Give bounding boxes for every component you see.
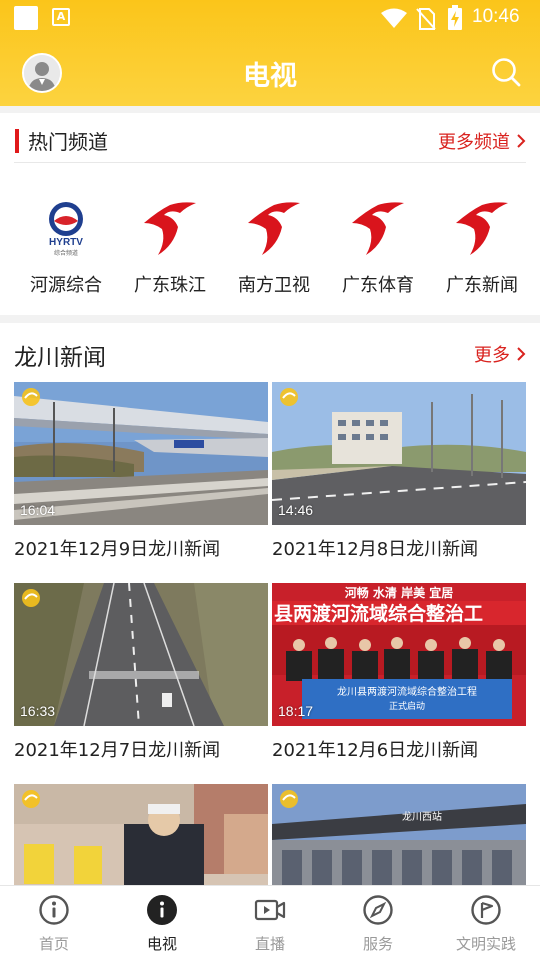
- station-watermark-icon: [22, 589, 40, 607]
- page-title: 电视: [243, 61, 297, 92]
- video-duration: 18:17: [278, 703, 314, 719]
- more-news-label: 更多: [474, 345, 510, 366]
- channel-item[interactable]: 南方卫视: [222, 199, 326, 297]
- nav-item-civilization[interactable]: 文明实践: [432, 894, 540, 954]
- news-card[interactable]: 14:46 2021年12月8日龙川新闻: [272, 382, 526, 561]
- channel-name: 南方卫视: [238, 275, 310, 296]
- video-thumbnail[interactable]: 16:33: [14, 583, 268, 726]
- news-card[interactable]: 16:04 2021年12月9日龙川新闻: [14, 382, 268, 561]
- channel-item[interactable]: 广东珠江: [118, 199, 222, 297]
- more-channels-link[interactable]: 更多频道: [438, 128, 526, 154]
- no-sim-icon: [416, 8, 436, 30]
- status-bar: A 10:46: [0, 0, 540, 36]
- wifi-icon: [381, 8, 407, 28]
- banner-top-text: 河畅 水清 岸美 宜居: [344, 585, 454, 600]
- battery-charging-icon: [448, 5, 462, 30]
- hyrtv-logo-subtext: 综合频道: [54, 249, 78, 257]
- news-card[interactable]: 16:33 2021年12月7日龙川新闻: [14, 583, 268, 762]
- channel-name: 河源综合: [30, 275, 102, 296]
- notification-icon: [14, 6, 38, 30]
- nav-item-service[interactable]: 服务: [324, 894, 432, 954]
- news-card[interactable]: [14, 784, 268, 885]
- more-channels-label: 更多频道: [438, 132, 510, 153]
- info-icon: [147, 895, 177, 925]
- news-title: 2021年12月6日龙川新闻: [272, 740, 479, 761]
- nav-label: 电视: [146, 935, 177, 953]
- news-card[interactable]: 龙川西站: [272, 784, 526, 885]
- video-thumbnail[interactable]: [14, 784, 268, 885]
- gdtv-logo-icon: [248, 202, 300, 255]
- divider: [14, 162, 526, 163]
- app-notification-icon: A: [52, 8, 70, 26]
- news-title: 2021年12月9日龙川新闻: [14, 539, 221, 560]
- station-watermark-icon: [280, 790, 298, 808]
- hot-channels-title: 热门频道: [28, 130, 108, 154]
- gdtv-logo-icon: [456, 202, 508, 255]
- bottom-navigation: 首页 电视 直播 服务 文明实践: [0, 885, 540, 961]
- board-subtext: 正式启动: [389, 700, 425, 712]
- news-section-title: 龙川新闻: [14, 345, 106, 371]
- flag-icon: [471, 895, 501, 925]
- video-thumbnail[interactable]: 14:46: [272, 382, 526, 525]
- nav-item-live[interactable]: 直播: [216, 894, 324, 954]
- info-icon: [39, 895, 69, 925]
- channel-name: 广东珠江: [134, 275, 206, 296]
- chevron-right-icon: [517, 347, 526, 361]
- nav-item-home[interactable]: 首页: [0, 894, 108, 954]
- nav-item-tv[interactable]: 电视: [108, 894, 216, 954]
- station-watermark-icon: [280, 388, 298, 406]
- more-news-link[interactable]: 更多: [474, 341, 526, 367]
- station-sign-text: 龙川西站: [402, 810, 442, 823]
- nav-label: 文明实践: [455, 935, 516, 953]
- video-duration: 14:46: [278, 502, 314, 518]
- nav-label: 首页: [38, 935, 69, 953]
- news-title: 2021年12月8日龙川新闻: [272, 539, 479, 560]
- board-text: 龙川县两渡河流域综合整治工程: [337, 685, 477, 698]
- channel-item[interactable]: 广东体育: [326, 199, 430, 297]
- video-duration: 16:33: [20, 703, 56, 719]
- news-title: 2021年12月7日龙川新闻: [14, 740, 221, 761]
- channel-item[interactable]: 广东新闻: [430, 199, 534, 297]
- video-thumbnail[interactable]: 龙川西站: [272, 784, 526, 885]
- channel-name: 广东新闻: [446, 275, 518, 296]
- channel-item[interactable]: HYRTV 综合频道 河源综合: [14, 199, 118, 297]
- station-watermark-icon: [22, 790, 40, 808]
- station-watermark-icon: [22, 388, 40, 406]
- gdtv-logo-icon: [352, 202, 404, 255]
- app-header: A 10:46 电视: [0, 0, 540, 106]
- channel-list: HYRTV 综合频道 河源综合 广东珠江 南方卫视 广东体育 广东新闻: [0, 199, 540, 299]
- video-thumbnail[interactable]: 河畅 水清 岸美 宜居 县两渡河流域综合整治工 龙川县两渡河流域综合整治工程 正…: [272, 583, 526, 726]
- station-building-thumbnail: 龙川西站: [272, 784, 526, 885]
- section-marker: [15, 129, 19, 153]
- banner-main-text: 县两渡河流域综合整治工: [274, 602, 483, 625]
- video-thumbnail[interactable]: 16:04: [14, 382, 268, 525]
- chevron-right-icon: [517, 134, 526, 148]
- video-camera-icon: [254, 899, 286, 921]
- news-card[interactable]: 河畅 水清 岸美 宜居 县两渡河流域综合整治工 龙川县两渡河流域综合整治工程 正…: [272, 583, 526, 762]
- compass-icon: [363, 895, 393, 925]
- traffic-police-thumbnail: [14, 784, 268, 885]
- gdtv-logo-icon: [144, 202, 196, 255]
- search-icon[interactable]: [490, 56, 522, 88]
- video-duration: 16:04: [20, 502, 56, 518]
- hyrtv-logo-text: HYRTV: [49, 237, 83, 248]
- news-section: 龙川新闻 更多 16:04 2021年12月9日龙川新闻 14:46 2021年…: [0, 323, 540, 885]
- hot-channels-section: 热门频道 更多频道 HYRTV 综合频道 河源综合 广东珠江 南方卫视 广东体育…: [0, 113, 540, 315]
- channel-name: 广东体育: [342, 275, 414, 296]
- nav-label: 直播: [254, 935, 285, 953]
- status-time: 10:46: [472, 6, 520, 27]
- nav-label: 服务: [362, 935, 393, 953]
- hyrtv-logo-icon: HYRTV 综合频道: [49, 202, 83, 257]
